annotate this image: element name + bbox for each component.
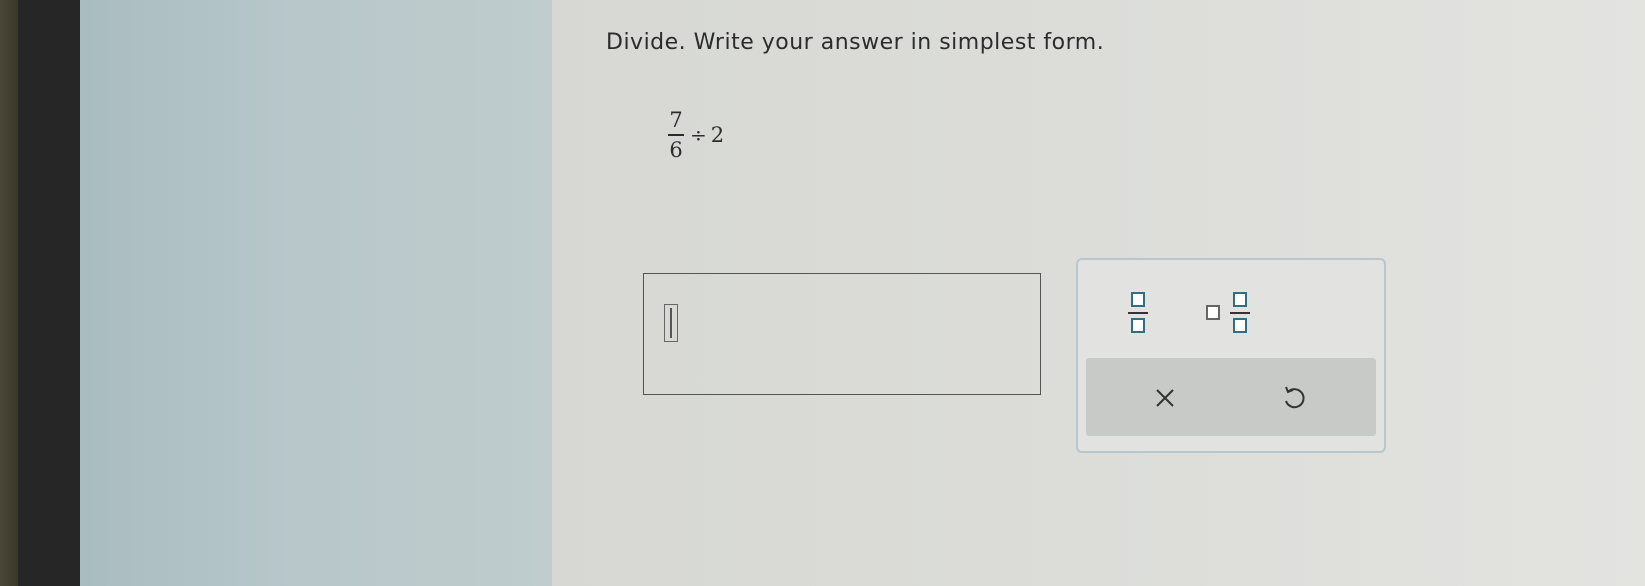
mixed-number-template-button[interactable] (1202, 290, 1264, 338)
left-panel (80, 0, 552, 586)
math-tool-palette (1076, 258, 1386, 453)
fraction: 7 6 (668, 108, 684, 162)
undo-icon (1285, 386, 1305, 409)
division-operator: ÷ (690, 123, 707, 147)
undo-button[interactable] (1271, 376, 1315, 420)
answer-input[interactable] (643, 273, 1041, 395)
screen: Divide. Write your answer in simplest fo… (0, 0, 1645, 586)
divisor: 2 (710, 123, 725, 147)
close-icon (1156, 389, 1174, 407)
action-bar (1086, 358, 1376, 436)
input-cursor-placeholder (664, 304, 678, 342)
clear-button[interactable] (1143, 376, 1187, 420)
fraction-denominator: 6 (669, 138, 683, 162)
question-instruction: Divide. Write your answer in simplest fo… (606, 30, 1105, 55)
math-expression: 7 6 ÷ 2 (668, 108, 724, 162)
fraction-template-button[interactable] (1120, 290, 1156, 338)
fraction-numerator: 7 (669, 108, 683, 132)
fraction-bar (668, 134, 684, 136)
